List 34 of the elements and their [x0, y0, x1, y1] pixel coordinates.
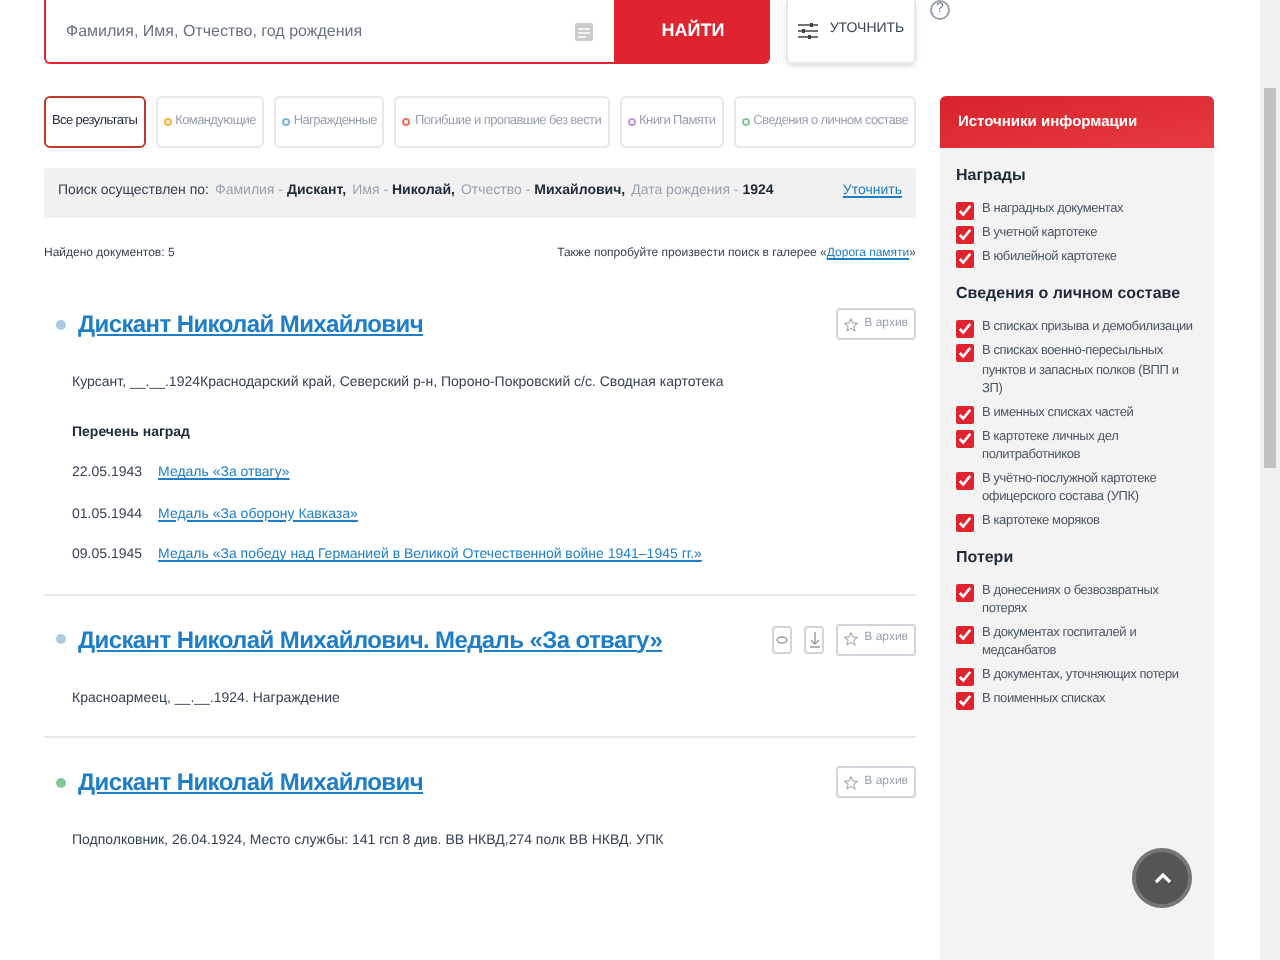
checkmark-icon — [958, 515, 972, 529]
checkmark-icon — [958, 627, 972, 641]
star-icon — [844, 632, 859, 646]
checkbox[interactable] — [956, 625, 974, 643]
result-title-link[interactable]: Дискант Николай Михайлович. Медаль «За отвагу» — [78, 621, 663, 657]
checkbox[interactable] — [956, 226, 974, 244]
download-icon — [809, 631, 820, 647]
result-title-link[interactable]: Дискант Николай Михайлович — [78, 764, 423, 800]
eye-icon — [776, 635, 789, 643]
checkbox[interactable] — [956, 405, 974, 423]
checkbox[interactable] — [956, 202, 974, 220]
checkmark-icon — [958, 585, 972, 599]
checkbox[interactable] — [956, 320, 974, 338]
chevron-up-icon — [1153, 872, 1171, 884]
star-icon — [844, 775, 859, 789]
checkmark-icon — [958, 473, 972, 487]
checkbox[interactable] — [956, 344, 974, 362]
checkbox[interactable] — [956, 471, 974, 489]
sliders-icon — [797, 22, 818, 40]
checkbox[interactable] — [956, 250, 974, 268]
section-heading: Сведения о личном составе — [956, 282, 1183, 306]
checkbox[interactable] — [956, 691, 974, 709]
checkbox[interactable] — [956, 583, 974, 601]
checkbox[interactable] — [956, 667, 974, 685]
view-button[interactable] — [772, 625, 793, 653]
search-input[interactable]: Фамилия, Имя, Отчество, год рождения — [66, 19, 566, 43]
checkbox[interactable] — [956, 429, 974, 447]
search-field[interactable]: Фамилия, Имя, Отчество, год рождения — [44, 0, 616, 64]
section-heading: Потери — [956, 545, 1016, 569]
section-heading: Награды — [956, 164, 1028, 188]
result-title-link[interactable]: Дискант Николай Михайлович — [78, 306, 423, 342]
search-button[interactable]: НАЙТИ — [616, 0, 770, 64]
checkbox[interactable] — [956, 513, 974, 531]
star-icon — [844, 317, 859, 331]
